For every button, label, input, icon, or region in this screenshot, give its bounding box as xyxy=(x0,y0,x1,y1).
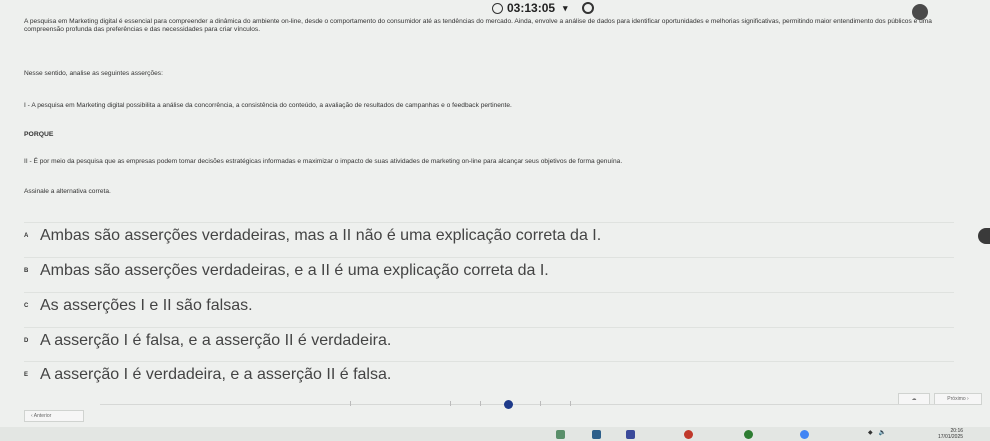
option-letter: E xyxy=(24,372,29,378)
connector-porque: PORQUE xyxy=(24,131,54,138)
option-b[interactable]: B Ambas são asserções verdadeiras, e a I… xyxy=(24,257,954,284)
chrome-icon[interactable] xyxy=(800,430,809,439)
question-progress xyxy=(100,400,960,409)
option-text: Ambas são asserções verdadeiras, mas a I… xyxy=(40,227,602,244)
progress-marker[interactable] xyxy=(504,400,513,409)
option-text: Ambas são asserções verdadeiras, e a II … xyxy=(40,262,549,279)
app-icon[interactable] xyxy=(592,430,601,439)
option-d[interactable]: D A asserção I é falsa, e a asserção II … xyxy=(24,327,954,354)
progress-tick xyxy=(450,401,451,406)
option-text: A asserção I é falsa, e a asserção II é … xyxy=(40,332,392,349)
cloud-icon: ☁ xyxy=(911,396,917,402)
instruction: Assinale a alternativa correta. xyxy=(24,188,111,195)
app-icon[interactable] xyxy=(556,430,565,439)
eye-icon[interactable] xyxy=(581,2,594,14)
assertion-1: I - A pesquisa em Marketing digital poss… xyxy=(24,102,512,109)
timer-value: 03:13:05 xyxy=(507,1,556,15)
app-icon[interactable] xyxy=(626,430,635,439)
option-a[interactable]: A Ambas são asserções verdadeiras, mas a… xyxy=(24,222,954,249)
timer: 03:13:05 ▾ xyxy=(492,1,594,15)
side-panel-toggle[interactable] xyxy=(978,228,990,244)
option-e[interactable]: E A asserção I é verdadeira, e a asserçã… xyxy=(24,361,954,388)
chevron-down-icon[interactable]: ▾ xyxy=(563,3,568,14)
system-clock[interactable]: 20:16 17/01/2025 xyxy=(938,428,963,440)
progress-tick xyxy=(480,401,481,406)
assertion-2: II - É por meio da pesquisa que as empre… xyxy=(24,158,623,165)
wifi-icon[interactable]: ◆ xyxy=(868,429,873,436)
option-letter: B xyxy=(24,268,29,274)
option-text: A asserção I é verdadeira, e a asserção … xyxy=(40,366,392,383)
prev-button[interactable]: ‹ Anterior xyxy=(24,410,84,422)
clock-date: 17/01/2025 xyxy=(938,434,964,440)
progress-tick xyxy=(540,401,541,406)
volume-icon[interactable]: 🔈 xyxy=(879,429,886,436)
whatsapp-icon[interactable] xyxy=(744,430,753,439)
browser-icon[interactable] xyxy=(684,430,693,439)
taskbar: ◆ 🔈 20:16 17/01/2025 xyxy=(0,427,990,441)
question-lead: Nesse sentido, analise as seguintes asse… xyxy=(24,70,163,77)
question-intro: A pesquisa em Marketing digital é essenc… xyxy=(24,18,932,33)
option-letter: C xyxy=(24,303,29,309)
option-text: As asserções I e II são falsas. xyxy=(40,297,253,314)
clock-icon xyxy=(492,2,503,14)
system-tray[interactable]: ◆ 🔈 xyxy=(868,429,886,436)
progress-tick xyxy=(350,401,351,406)
timer-bar: 03:13:05 ▾ xyxy=(0,0,990,20)
progress-tick xyxy=(570,401,571,406)
option-letter: D xyxy=(24,338,29,344)
option-letter: A xyxy=(24,233,29,239)
question-content: A pesquisa em Marketing digital é essenc… xyxy=(24,18,964,34)
option-c[interactable]: C As asserções I e II são falsas. xyxy=(24,292,954,319)
